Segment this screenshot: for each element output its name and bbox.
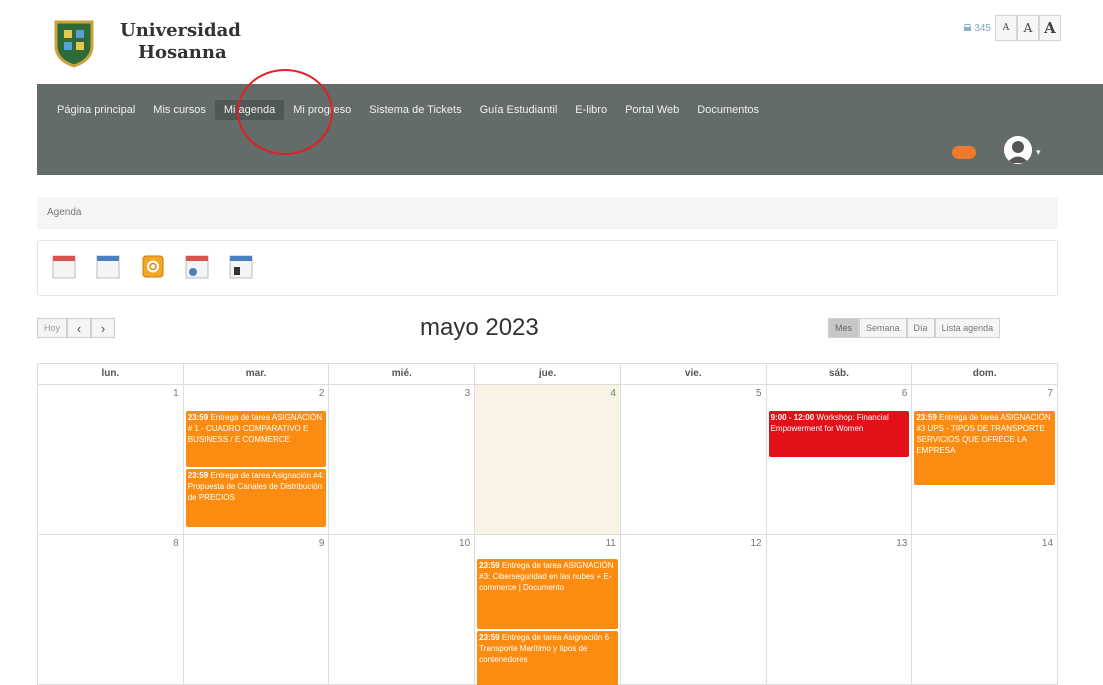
day-number: 6 [901,388,908,399]
nav-item-home[interactable]: Página principal [48,100,144,120]
day-number: 9 [318,538,325,549]
view-week-button[interactable]: Semana [859,318,907,338]
calendar-event[interactable]: 9:00 - 12:00 Workshop: Financial Empower… [768,411,910,457]
weekday-header: mié. [329,364,476,385]
nav-item-my-agenda[interactable]: Mi agenda [214,100,285,120]
calendar-add-icon[interactable] [51,252,77,280]
calendar-event[interactable]: 23:59 Entrega de tarea ASIGNACIÓN #3 UPS… [914,411,1056,485]
weekday-header: mar. [183,364,330,385]
weekday-header: sáb. [766,364,913,385]
event-time: 9:00 - 12:00 [770,413,815,422]
day-number: 14 [1041,538,1054,549]
breadcrumb[interactable]: Agenda [37,197,1058,229]
university-name: Universidad Hosanna [120,20,241,64]
event-time: 23:59 [187,413,209,422]
calendar-day-cell[interactable]: 11 23:59 Entrega de tarea ASIGNACIÓN #3:… [475,535,621,685]
font-increase-button[interactable]: A [1039,15,1061,41]
day-number: 13 [896,538,908,549]
brand-line-1: Universidad [120,20,241,41]
calendar-title: mayo 2023 [420,314,539,341]
calendar-event[interactable]: 23:59 Entrega de tarea Asignación 6 Tran… [477,631,618,685]
event-time: 23:59 [916,413,937,422]
day-number: 5 [756,388,762,399]
calendar-day-cell[interactable]: 10 [329,535,476,685]
calendar-day-cell[interactable]: 5 [620,385,767,535]
visitor-counter: 345 [963,23,991,34]
next-month-button[interactable]: › [91,318,116,338]
day-number: 10 [459,538,471,549]
calendar-day-cell[interactable]: 13 [766,535,913,685]
calendar-personal-icon[interactable] [184,252,210,280]
ical-export-icon[interactable] [140,252,166,280]
brand-line-2: Hosanna [138,42,227,63]
calendar-grid: lun. mar. mié. jue. vie. sáb. dom. 1 2 2… [37,363,1059,685]
calendar-day-cell-today[interactable]: 4 [475,385,621,535]
calendar-week-row: 1 2 23:59 Entrega de tarea ASIGNACIÓN # … [38,385,1059,535]
calendar-day-cell[interactable]: 14 [912,535,1059,685]
weekday-header: dom. [912,364,1059,385]
view-list-button[interactable]: Lista agenda [934,318,1001,338]
prev-month-button[interactable]: ‹ [67,318,92,338]
day-number: 11 [605,538,616,549]
nav-item-e-libro[interactable]: E-libro [566,100,616,120]
event-time: 23:59 [187,471,209,480]
calendar-day-cell[interactable]: 6 9:00 - 12:00 Workshop: Financial Empow… [766,385,913,535]
event-title: Entrega de tarea ASIGNACIÓN #3: Ciberseg… [479,561,614,592]
event-time: 23:59 [479,561,500,570]
calendar-event[interactable]: 23:59 Entrega de tarea ASIGNACIÓN #3: Ci… [477,559,618,629]
nav-item-my-courses[interactable]: Mis cursos [144,100,215,120]
day-number: 1 [173,388,179,399]
day-number: 4 [610,388,616,399]
nav-item-tickets[interactable]: Sistema de Tickets [360,100,470,120]
weekday-header: lun. [38,364,184,385]
nav-menu: Página principal Mis cursos Mi agenda Mi… [48,100,768,120]
font-reset-button[interactable]: A [1017,15,1039,41]
weekday-header: jue. [475,364,621,385]
print-icon [964,23,972,31]
calendar-day-cell[interactable]: 7 23:59 Entrega de tarea ASIGNACIÓN #3 U… [912,385,1059,535]
calendar-day-cell[interactable]: 9 [183,535,330,685]
weekday-header: vie. [620,364,767,385]
calendar-day-cell[interactable]: 2 23:59 Entrega de tarea ASIGNACIÓN # 1 … [183,385,330,535]
calendar-day-cell[interactable]: 12 [620,535,767,685]
weekday-header-row: lun. mar. mié. jue. vie. sáb. dom. [38,364,1059,385]
visitor-count: 345 [974,22,991,34]
calendar-navigation: Hoy ‹ › [37,318,116,338]
view-day-button[interactable]: Día [906,318,935,338]
calendar-event[interactable]: 23:59 Entrega de tarea Asignación #4: Pr… [185,469,327,527]
view-month-button[interactable]: Mes [828,318,860,338]
day-number: 7 [1047,388,1054,399]
calendar-week-row: 8 9 10 11 23:59 Entrega de tarea ASIGNAC… [38,535,1059,685]
nav-item-my-progress[interactable]: Mi progreso [284,100,360,120]
font-decrease-button[interactable]: A [995,15,1017,41]
calendar-blue-icon[interactable] [95,252,121,280]
event-title: Entrega de tarea ASIGNACIÓN # 1 - CUADRO… [187,413,323,444]
nav-item-student-guide[interactable]: Guía Estudiantil [471,100,567,120]
calendar-day-cell[interactable]: 8 [38,535,184,685]
calendar-view-switcher: Mes Semana Día Lista agenda [828,318,1001,338]
agenda-toolbar [37,240,1058,296]
day-number: 2 [318,388,325,399]
nav-item-web-portal[interactable]: Portal Web [616,100,688,120]
calendar-day-cell[interactable]: 3 [329,385,476,535]
user-avatar-icon[interactable] [1004,136,1032,164]
event-title: Entrega de tarea Asignación #4: Propuest… [187,471,325,502]
university-logo[interactable] [52,18,96,68]
user-menu-caret-icon[interactable]: ▾ [1036,147,1041,158]
nav-item-documents[interactable]: Documentos [688,100,768,120]
messages-badge[interactable] [952,146,976,159]
day-number: 3 [464,388,471,399]
calendar-event[interactable]: 23:59 Entrega de tarea ASIGNACIÓN # 1 - … [185,411,327,467]
day-number: 12 [750,538,762,549]
event-time: 23:59 [479,633,500,642]
site-header: Universidad Hosanna 345 A A A [0,0,1103,84]
main-navbar: Página principal Mis cursos Mi agenda Mi… [37,84,1103,175]
calendar-session-icon[interactable] [228,252,254,280]
calendar-day-cell[interactable]: 1 [38,385,184,535]
today-button[interactable]: Hoy [37,318,68,338]
accessibility-controls: 345 A A A [963,15,1061,41]
day-number: 8 [173,538,179,549]
event-title: Entrega de tarea ASIGNACIÓN #3 UPS - TIP… [916,413,1051,455]
